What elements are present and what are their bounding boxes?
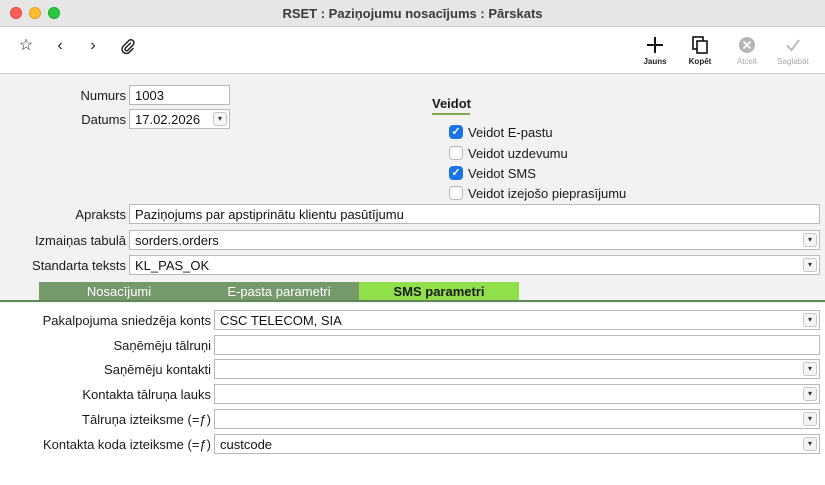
phone-expression-select[interactable]: ▾ — [214, 409, 820, 429]
date-field[interactable]: 17.02.2026 ▾ — [129, 109, 230, 129]
create-outgoing-request-checkbox[interactable] — [449, 186, 463, 200]
date-value: 17.02.2026 — [135, 112, 201, 127]
create-task-checkbox[interactable] — [449, 146, 463, 160]
contact-phone-field-select[interactable]: ▾ — [214, 384, 820, 404]
paperclip-icon[interactable] — [117, 35, 139, 57]
create-sms-checkbox[interactable]: ✓ — [449, 166, 463, 180]
description-value: Paziņojums par apstiprinātu klientu pasū… — [135, 207, 404, 222]
change-table-label: Izmaiņas tabulā — [34, 233, 126, 248]
description-label: Apraksts — [75, 207, 126, 222]
chevron-down-icon[interactable]: ▾ — [803, 233, 817, 247]
copy-button-label: Kopēt — [688, 57, 712, 66]
chevron-down-icon[interactable]: ▾ — [803, 362, 817, 376]
description-field[interactable]: Paziņojums par apstiprinātu klientu pasū… — [129, 204, 820, 224]
contact-code-expression-label: Kontakta koda izteiksme (=ƒ) — [43, 437, 211, 452]
chevron-down-icon[interactable]: ▾ — [213, 112, 227, 126]
contact-code-expression-select[interactable]: custcode ▾ — [214, 434, 820, 454]
chevron-down-icon[interactable]: ▾ — [803, 387, 817, 401]
change-table-select[interactable]: sorders.orders ▾ — [129, 230, 820, 250]
standard-text-value: KL_PAS_OK — [135, 258, 210, 273]
copy-icon — [678, 34, 722, 56]
number-label: Numurs — [80, 88, 126, 103]
chevron-down-icon[interactable]: ▾ — [803, 437, 817, 451]
form-area: Numurs 1003 Datums 17.02.2026 ▾ Veidot ✓… — [0, 74, 825, 485]
cancel-button-label: Atcelt — [736, 57, 757, 66]
star-icon[interactable]: ☆ — [15, 35, 37, 57]
date-label: Datums — [81, 112, 126, 127]
number-field[interactable]: 1003 — [129, 85, 230, 105]
copy-button[interactable]: Kopēt — [678, 34, 722, 66]
create-task-label: Veidot uzdevumu — [468, 146, 568, 161]
title-bar: RSET : Paziņojumu nosacījums : Pārskats — [0, 0, 825, 27]
chevron-right-icon[interactable]: › — [82, 35, 104, 57]
contact-phone-field-label: Kontakta tālruņa lauks — [82, 387, 211, 402]
create-outgoing-request-label: Veidot izejošo pieprasījumu — [468, 186, 627, 201]
plus-icon — [633, 34, 677, 56]
create-email-checkbox[interactable]: ✓ — [449, 125, 463, 139]
create-sms-label: Veidot SMS — [468, 166, 536, 181]
tab-sms-params[interactable]: SMS parametri — [359, 282, 519, 301]
window-title: RSET : Paziņojumu nosacījums : Pārskats — [282, 6, 543, 21]
cancel-button[interactable]: Atcelt — [725, 34, 769, 66]
recipient-phones-label: Saņēmēju tālruņi — [113, 338, 211, 353]
provider-select[interactable]: CSC TELECOM, SIA ▾ — [214, 310, 820, 330]
checkmark-icon — [771, 34, 815, 56]
tab-divider — [0, 300, 825, 302]
new-button[interactable]: Jauns — [633, 34, 677, 66]
create-section-title: Veidot — [432, 96, 471, 115]
phone-expression-label: Tālruņa izteiksme (=ƒ) — [82, 412, 211, 427]
save-button-label: Saglabāt — [777, 57, 809, 66]
chevron-down-icon[interactable]: ▾ — [803, 313, 817, 327]
recipient-phones-field[interactable] — [214, 335, 820, 355]
number-value: 1003 — [135, 88, 164, 103]
create-email-label: Veidot E-pastu — [468, 125, 553, 140]
tab-conditions[interactable]: Nosacījumi — [39, 282, 199, 301]
toolbar: ☆ ‹ › Jauns Kopēt Atcelt Saglabāt — [0, 27, 825, 74]
provider-label: Pakalpojuma sniedzēja konts — [42, 313, 211, 328]
chevron-down-icon[interactable]: ▾ — [803, 412, 817, 426]
recipient-contacts-label: Saņēmēju kontakti — [104, 362, 211, 377]
standard-text-label: Standarta teksts — [32, 258, 126, 273]
standard-text-select[interactable]: KL_PAS_OK ▾ — [129, 255, 820, 275]
save-button[interactable]: Saglabāt — [771, 34, 815, 66]
recipient-contacts-select[interactable]: ▾ — [214, 359, 820, 379]
chevron-left-icon[interactable]: ‹ — [49, 35, 71, 57]
change-table-value: sorders.orders — [135, 233, 219, 248]
cancel-circle-icon — [725, 34, 769, 56]
contact-code-expression-value: custcode — [220, 437, 273, 452]
provider-value: CSC TELECOM, SIA — [220, 313, 342, 328]
chevron-down-icon[interactable]: ▾ — [803, 258, 817, 272]
new-button-label: Jauns — [643, 57, 667, 66]
tab-email-params[interactable]: E-pasta parametri — [199, 282, 359, 301]
sms-params-panel: Pakalpojuma sniedzēja konts CSC TELECOM,… — [0, 303, 825, 485]
